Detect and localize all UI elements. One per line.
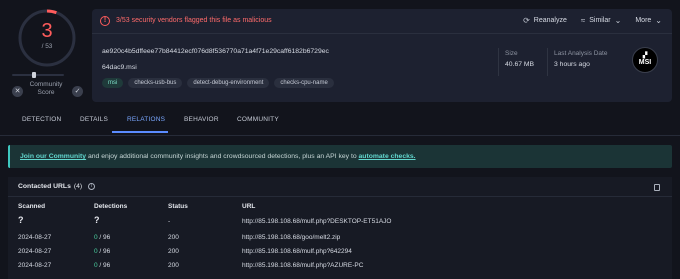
detections-cell: 0 / 96	[94, 262, 110, 269]
more-label: More	[635, 17, 652, 24]
column-header-detections: Detections	[94, 203, 128, 210]
section-divider	[8, 196, 672, 197]
community-score-marker	[32, 72, 36, 78]
community-banner: Join our Community and enjoy additional …	[8, 145, 672, 168]
card-divider	[92, 33, 672, 34]
contacted-urls-section: Contacted URLs (4) i Scanned Detections …	[8, 177, 672, 279]
url-link[interactable]: http://85.198.108.68/mulf.php?642294	[242, 248, 352, 255]
copy-icon[interactable]	[654, 184, 660, 191]
x-icon: ✕	[14, 88, 21, 95]
similar-button[interactable]: ≈ Similar ⌄	[581, 16, 621, 25]
last-analysis-label: Last Analysis Date	[554, 50, 608, 57]
join-community-link[interactable]: Join our Community	[20, 153, 86, 160]
refresh-icon: ⟳	[523, 16, 530, 25]
detection-score-widget: 3 / 53 ✕ Community Score ✓	[8, 6, 84, 100]
detections-cell: 0 / 96	[94, 248, 110, 255]
table-row[interactable]: ? ? - http://85.198.108.68/mulf.php?DESK…	[8, 215, 672, 229]
url-link[interactable]: http://85.198.108.68/mulf.php?AZURE-PC	[242, 262, 363, 269]
community-score-bar	[12, 74, 64, 76]
msi-file-icon: ▞ MSI	[632, 47, 658, 73]
header-actions: ⟳ Reanalyze ≈ Similar ⌄ More ⌄	[523, 16, 662, 25]
tab-relations[interactable]: RELATIONS	[127, 116, 165, 123]
detection-score: 3	[41, 20, 53, 42]
check-icon: ✓	[74, 88, 81, 95]
column-header-scanned: Scanned	[18, 203, 46, 210]
scanned-cell: 2024-08-27	[18, 234, 52, 241]
status-cell: -	[168, 218, 171, 225]
detection-total: / 53	[41, 43, 53, 50]
reanalyze-button[interactable]: ⟳ Reanalyze	[523, 16, 567, 25]
banner-text: Join our Community and enjoy additional …	[20, 153, 416, 160]
table-row[interactable]: 2024-08-27 0 / 96 200 http://85.198.108.…	[8, 234, 672, 248]
tab-details[interactable]: DETAILS	[80, 116, 108, 123]
file-name: 64dac9.msi	[102, 64, 137, 71]
meta-divider	[498, 48, 499, 76]
section-header: Contacted URLs (4) i	[18, 183, 96, 190]
scanned-cell: ?	[18, 215, 24, 225]
detections-cell: ?	[94, 215, 100, 225]
banner-body: and enjoy additional community insights …	[86, 153, 359, 160]
chevron-down-icon: ⌄	[655, 16, 662, 25]
status-cell: 200	[168, 234, 179, 241]
similar-label: Similar	[589, 17, 611, 24]
more-button[interactable]: More ⌄	[635, 16, 662, 25]
file-hash[interactable]: ae920c4b5dffeee77b84412ecf076d8f536770a7…	[102, 48, 329, 55]
reanalyze-label: Reanalyze	[533, 17, 567, 24]
table-row[interactable]: 2024-08-27 0 / 96 200 http://85.198.108.…	[8, 262, 672, 276]
tab-behavior[interactable]: BEHAVIOR	[184, 116, 219, 123]
detections-total: / 96	[97, 262, 111, 269]
tab-bar-divider	[0, 135, 680, 136]
section-title: Contacted URLs	[18, 183, 71, 190]
alert-icon: !	[100, 16, 110, 26]
size-label: Size	[505, 50, 518, 57]
tag-list: msi checks-usb-bus detect-debug-environm…	[102, 78, 334, 88]
chevron-down-icon: ⌄	[614, 16, 622, 25]
tag-checks-cpu-name[interactable]: checks-cpu-name	[274, 78, 334, 88]
alert-text: 3/53 security vendors flagged this file …	[116, 17, 272, 24]
tab-detection[interactable]: DETECTION	[22, 116, 61, 123]
meta-divider	[547, 48, 548, 76]
status-cell: 200	[168, 248, 179, 255]
alert-row: ! 3/53 security vendors flagged this fil…	[92, 9, 672, 33]
active-tab-indicator	[112, 131, 168, 133]
tab-community[interactable]: COMMUNITY	[237, 116, 279, 123]
tab-bar: DETECTION DETAILS RELATIONS BEHAVIOR COM…	[0, 104, 680, 136]
status-cell: 200	[168, 262, 179, 269]
detections-total: / 96	[97, 234, 111, 241]
detections-cell: 0 / 96	[94, 234, 110, 241]
detections-total: / 96	[97, 248, 111, 255]
url-link[interactable]: http://85.198.108.68/goo/melt2.zip	[242, 234, 340, 241]
filetype-label: MSI	[638, 59, 652, 66]
column-header-status: Status	[168, 203, 188, 210]
size-value: 40.67 MB	[505, 61, 535, 68]
scanned-cell: 2024-08-27	[18, 248, 52, 255]
vote-harmless-button[interactable]: ✓	[72, 86, 83, 97]
scanned-cell: 2024-08-27	[18, 262, 52, 269]
column-header-url: URL	[242, 203, 256, 210]
tag-detect-debug-environment[interactable]: detect-debug-environment	[187, 78, 270, 88]
last-analysis-value: 3 hours ago	[554, 61, 590, 68]
tag-checks-usb-bus[interactable]: checks-usb-bus	[128, 78, 183, 88]
info-icon[interactable]: i	[88, 183, 96, 190]
similar-icon: ≈	[580, 16, 586, 25]
section-count: (4)	[73, 183, 83, 190]
file-summary-card: ! 3/53 security vendors flagged this fil…	[92, 9, 672, 102]
table-row[interactable]: 2024-08-27 0 / 96 200 http://85.198.108.…	[8, 248, 672, 262]
community-score-label: Community Score	[29, 81, 63, 96]
tag-msi[interactable]: msi	[102, 78, 124, 88]
url-link[interactable]: http://85.198.108.68/mulf.php?DESKTOP-ET…	[242, 218, 391, 225]
automate-checks-link[interactable]: automate checks.	[359, 153, 416, 160]
